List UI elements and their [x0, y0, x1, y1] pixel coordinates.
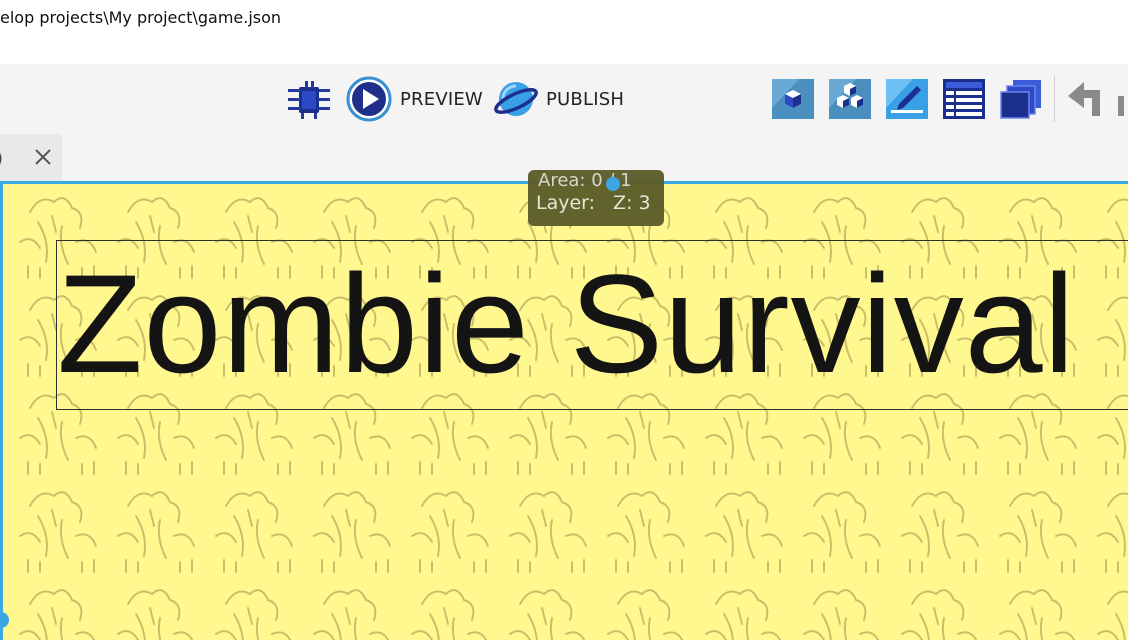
tooltip-layer-text: Layer: Z: 3 — [536, 192, 651, 214]
instances-stack-button[interactable] — [999, 78, 1043, 120]
tab-scene[interactable]: ) — [0, 134, 62, 182]
undo-button[interactable] — [1064, 78, 1128, 120]
planet-icon — [494, 82, 538, 116]
objects-groups-button[interactable] — [828, 78, 872, 120]
publish-label: PUBLISH — [546, 88, 625, 110]
preview-button[interactable]: PREVIEW — [346, 76, 483, 122]
undo-icon — [1068, 82, 1124, 116]
properties-icon — [886, 79, 928, 119]
properties-button[interactable] — [885, 78, 929, 120]
layers-list-icon — [943, 79, 985, 119]
title-text-instance[interactable]: Zombie Survival — [56, 240, 1128, 410]
objects-groups-icon — [829, 79, 871, 119]
resize-handle-top[interactable] — [606, 177, 620, 191]
tab-label: ) — [0, 148, 3, 169]
object-editor-icon — [772, 79, 814, 119]
publish-button[interactable]: PUBLISH — [494, 76, 624, 122]
instance-tooltip: Area: 0 / 1 Layer: Z: 3 — [528, 170, 664, 226]
object-editor-button[interactable] — [771, 78, 815, 120]
tooltip-z-value: Z: 3 — [613, 192, 651, 214]
close-icon[interactable] — [32, 146, 54, 168]
selection-border-left — [0, 182, 3, 640]
title-text: Zombie Survival — [57, 245, 1076, 402]
debug-button[interactable] — [286, 76, 332, 122]
bug-icon — [288, 81, 330, 119]
window-title: elop projects\My project\game.json — [0, 8, 282, 27]
instances-stack-icon — [1000, 80, 1041, 119]
tooltip-layer-label: Layer: — [536, 192, 596, 214]
window-title-bar: elop projects\My project\game.json — [0, 0, 1128, 64]
toolbar-separator — [1054, 76, 1055, 122]
layers-list-button[interactable] — [942, 78, 986, 120]
main-toolbar: PREVIEW PUBLISH — [0, 64, 1128, 134]
preview-label: PREVIEW — [400, 88, 483, 110]
play-icon — [346, 76, 392, 122]
